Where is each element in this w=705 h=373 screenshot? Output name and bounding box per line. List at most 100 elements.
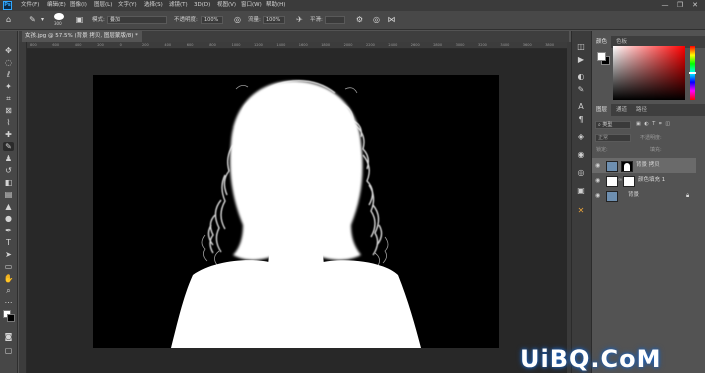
clone-stamp-tool-icon[interactable]: ♟ (3, 154, 14, 163)
ruler-tick-label: 1600 (298, 43, 308, 47)
flow-label: 流量: (248, 17, 261, 23)
menu-3d[interactable]: 3D(D) (194, 1, 210, 10)
move-tool-icon[interactable]: ✥ (3, 46, 14, 55)
smoothing-input[interactable] (325, 16, 345, 24)
ruler-tick-label: 2000 (343, 43, 353, 47)
quick-select-tool-icon[interactable]: ✦ (3, 82, 14, 91)
menu-image[interactable]: 图像(I) (70, 1, 87, 10)
home-icon[interactable]: ⌂ (4, 15, 13, 24)
layer-mask-thumbnail[interactable] (621, 161, 633, 172)
mode-label: 模式: (92, 17, 105, 23)
ruler-tick-label: 2200 (366, 43, 375, 47)
blend-mode-select[interactable]: 正常 (595, 134, 631, 142)
menu-type[interactable]: 文字(Y) (118, 1, 137, 10)
healing-brush-tool-icon[interactable]: ✚ (3, 130, 14, 139)
menu-select[interactable]: 选择(S) (144, 1, 163, 10)
visibility-eye-icon[interactable]: ◉ (595, 188, 600, 203)
menu-view[interactable]: 视图(V) (217, 1, 236, 10)
eraser-tool-icon[interactable]: ◧ (3, 178, 14, 187)
adjustments-icon[interactable]: ◐ (576, 72, 586, 82)
restore-button[interactable]: ❐ (675, 1, 685, 10)
more-tools-icon[interactable]: ⋯ (3, 298, 14, 307)
menu-filter[interactable]: 滤镜(T) (169, 1, 188, 10)
history-panel-icon[interactable]: ◫ (576, 42, 586, 52)
close-button[interactable]: ✕ (690, 1, 700, 10)
screen-mode-icon[interactable]: ▢ (3, 346, 14, 355)
properties-panel-icon[interactable]: ◈ (576, 132, 586, 142)
3d-panel-icon[interactable]: ◎ (576, 168, 586, 178)
flow-input[interactable]: 100% (263, 16, 285, 24)
rectangle-tool-icon[interactable]: ▭ (3, 262, 14, 271)
pressure-opacity-icon[interactable]: ◎ (233, 15, 242, 24)
photoshop-logo: Ps (3, 1, 12, 10)
hand-tool-icon[interactable]: ✋ (3, 274, 14, 283)
path-select-tool-icon[interactable]: ➤ (3, 250, 14, 259)
hue-slider-handle[interactable] (689, 72, 696, 74)
ruler-tick-label: 400 (74, 43, 82, 47)
color-picker-field[interactable] (613, 46, 685, 100)
document-tab[interactable]: 女孩.jpg @ 57.5% (背景 拷贝, 图层蒙版/8) * × (22, 31, 142, 42)
lasso-tool-icon[interactable]: ℓ (3, 70, 14, 79)
tool-presets-icon[interactable]: ✕ (576, 206, 586, 216)
menu-help[interactable]: 帮助(H) (266, 1, 285, 10)
menu-window[interactable]: 窗口(W) (241, 1, 262, 10)
layers-panel-tabs: 图层 通道 路径 (592, 104, 705, 116)
brush-tool-icon[interactable]: ✎ (28, 15, 37, 24)
search-icon: ⌕ (598, 122, 601, 128)
ruler-tick-label: 2600 (410, 43, 420, 47)
pen-tool-icon[interactable]: ✒ (3, 226, 14, 235)
menu-layer[interactable]: 图层(L) (94, 1, 112, 10)
paragraph-panel-icon[interactable]: ¶ (576, 115, 586, 125)
tab-color[interactable]: 颜色 (592, 36, 612, 48)
options-bar (0, 11, 705, 30)
tab-channels[interactable]: 通道 (612, 104, 631, 116)
ruler-tick-label: 3600 (522, 43, 532, 47)
mode-select[interactable]: 叠加 (107, 16, 167, 24)
ruler-tick-label: 3800 (545, 43, 555, 47)
layer-thumbnail (606, 161, 618, 172)
gradient-tool-icon[interactable]: ▤ (3, 190, 14, 199)
layer-row-color-fill[interactable]: ◉ ∞ 颜色填充 1 (592, 173, 696, 188)
layer-row-background-copy[interactable]: ◉ 背景 拷贝 (592, 158, 696, 173)
frame-tool-icon[interactable]: ⊠ (3, 106, 14, 115)
quick-mask-icon[interactable]: ◙ (3, 332, 14, 341)
dodge-tool-icon[interactable]: ● (3, 214, 14, 223)
document-canvas[interactable] (93, 75, 499, 348)
ruler-tick-label: 0 (119, 43, 122, 47)
layer-comps-icon[interactable]: ▣ (576, 186, 586, 196)
visibility-eye-icon[interactable]: ◉ (595, 158, 600, 173)
brush-panel-icon[interactable]: ▣ (75, 15, 84, 24)
settings-gear-icon[interactable]: ⚙ (355, 15, 364, 24)
opacity-input[interactable]: 100% (201, 16, 223, 24)
zoom-tool-icon[interactable]: ⌕ (3, 286, 14, 295)
layer-filter-icons[interactable]: ▣ ◐ T ⌗ ◫ (636, 121, 671, 127)
menu-edit[interactable]: 编辑(E) (47, 1, 66, 10)
pressure-size-icon[interactable]: ◎ (372, 15, 381, 24)
layer-row-background[interactable]: ◉ 背景 🔒︎ (592, 188, 696, 203)
visibility-eye-icon[interactable]: ◉ (595, 173, 600, 188)
symmetry-icon[interactable]: ⋈ (387, 15, 396, 24)
crop-tool-icon[interactable]: ⌗ (3, 94, 14, 103)
tab-paths[interactable]: 路径 (632, 104, 651, 116)
eyedropper-tool-icon[interactable]: ⌇ (3, 118, 14, 127)
layer-mask-thumbnail[interactable] (623, 176, 635, 187)
type-tool-icon[interactable]: T (3, 238, 14, 247)
brush-settings-icon[interactable]: ✎ (576, 85, 586, 95)
character-panel-icon[interactable]: A (576, 102, 586, 112)
brush-tool-icon[interactable]: ✎ (3, 142, 14, 151)
blur-tool-icon[interactable]: ▲ (3, 202, 14, 211)
libraries-icon[interactable]: ◉ (576, 150, 586, 160)
marquee-tool-icon[interactable]: ◌ (3, 58, 14, 67)
minimize-button[interactable]: — (660, 1, 670, 10)
chevron-down-icon[interactable]: ▾ (38, 15, 47, 24)
history-brush-tool-icon[interactable]: ↺ (3, 166, 14, 175)
brush-preview-icon[interactable] (54, 13, 64, 20)
play-actions-icon[interactable]: ▶ (576, 55, 586, 65)
airbrush-icon[interactable]: ✈ (295, 15, 304, 24)
link-icon: ∞ (618, 177, 623, 183)
menu-file[interactable]: 文件(F) (21, 1, 39, 10)
color-panel-foreground-swatch[interactable] (597, 52, 606, 61)
layer-filter-select[interactable]: ⌕ 类型 (595, 121, 631, 129)
background-color-swatch[interactable] (7, 314, 15, 322)
tab-layers[interactable]: 图层 (592, 104, 612, 116)
